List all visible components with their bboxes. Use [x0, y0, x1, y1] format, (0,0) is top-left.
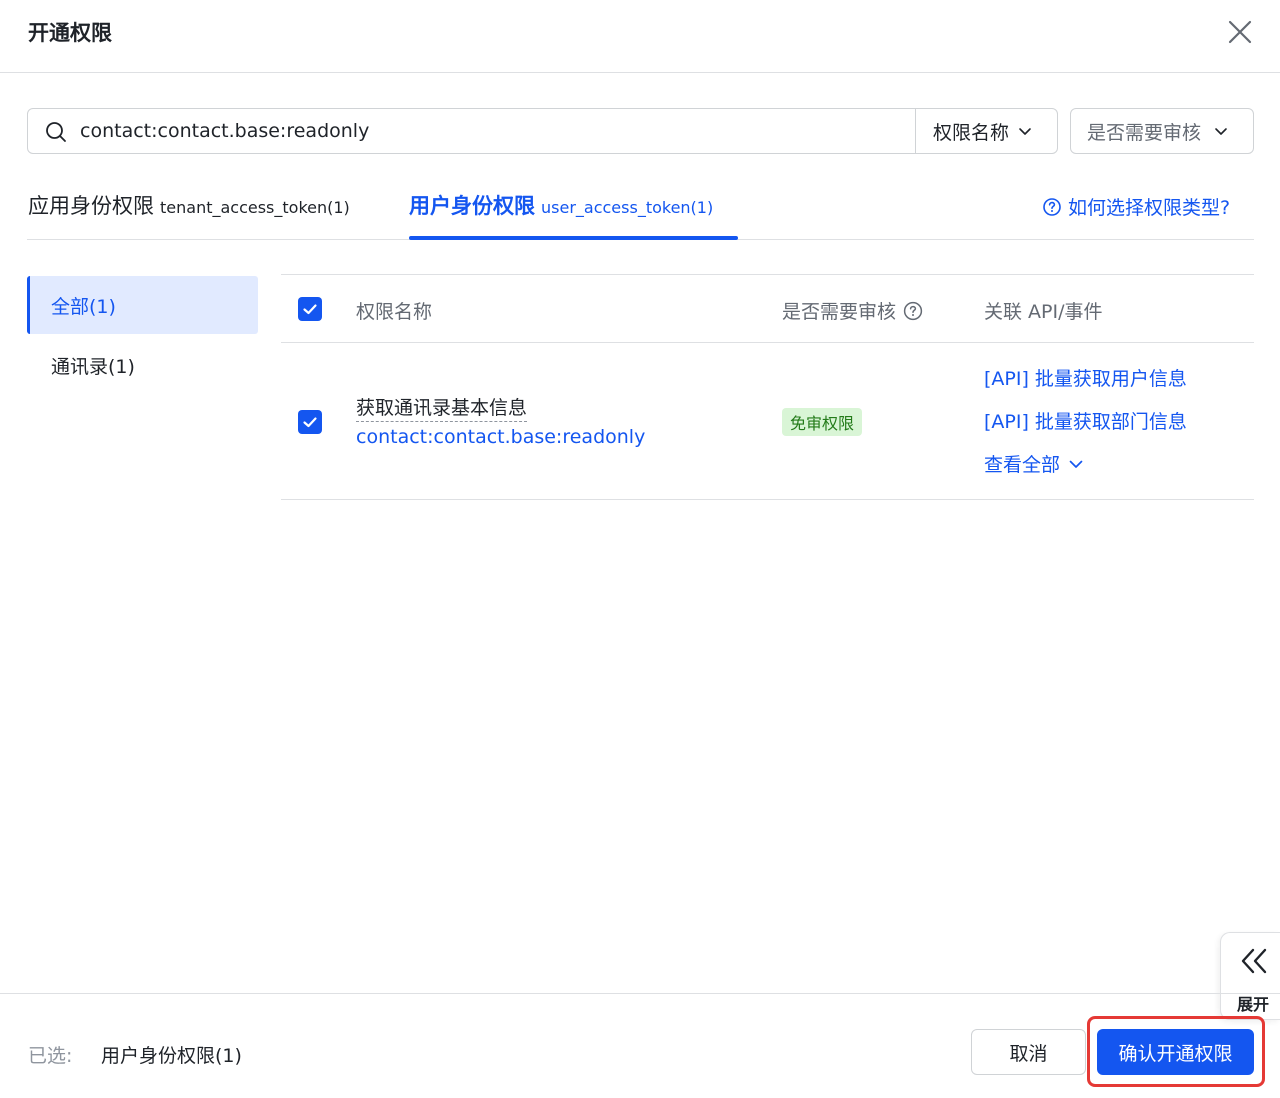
tab-token: tenant_access_token(1) [160, 198, 350, 217]
permission-name[interactable]: 获取通讯录基本信息 [356, 393, 528, 422]
help-link[interactable]: 如何选择权限类型? [1042, 193, 1230, 220]
sidebar-item-all[interactable]: 全部(1) [27, 276, 258, 334]
check-icon [303, 304, 317, 315]
chevron-down-icon [1069, 460, 1083, 468]
chevron-down-icon [1019, 128, 1031, 135]
view-all-link[interactable]: 查看全部 [984, 450, 1084, 477]
question-circle-icon [1043, 197, 1061, 216]
tab-user-access[interactable]: 用户身份权限 user_access_token(1) [409, 190, 713, 240]
header-related-api: 关联 API/事件 [984, 301, 1103, 323]
dialog-footer: 已选: 用户身份权限(1) 取消 确认开通权限 [0, 993, 1280, 1098]
check-icon [303, 417, 317, 428]
tab-label: 应用身份权限 [28, 194, 154, 218]
permission-key: contact:contact.base:readonly [356, 426, 646, 448]
table-row: 获取通讯录基本信息 contact:contact.base:readonly … [281, 343, 1254, 500]
review-badge: 免审权限 [782, 408, 863, 436]
select-all-checkbox[interactable] [298, 297, 322, 321]
chevron-down-icon [1215, 128, 1227, 135]
double-chevron-left-icon [1241, 948, 1267, 974]
tab-token: user_access_token(1) [541, 198, 714, 217]
review-filter-label: 是否需要审核 [1087, 121, 1202, 144]
table-header: 权限名称 是否需要审核 关联 API/事件 [281, 274, 1254, 343]
tabs: 应用身份权限 tenant_access_token(1) 用户身份权限 user_… [27, 180, 1254, 240]
search-field-label: 权限名称 [933, 121, 1010, 144]
question-circle-icon[interactable] [903, 301, 923, 321]
sidebar-item-contacts[interactable]: 通讯录(1) [27, 336, 258, 394]
sidebar-item-label: 通讯录(1) [51, 355, 135, 378]
tab-tenant-access[interactable]: 应用身份权限 tenant_access_token(1) [28, 190, 350, 240]
confirm-enable-permission-button[interactable]: 确认开通权限 [1097, 1029, 1254, 1075]
cancel-button[interactable]: 取消 [971, 1029, 1086, 1075]
search-bar: 权限名称 [27, 108, 1058, 154]
review-filter-select[interactable]: 是否需要审核 [1070, 108, 1254, 154]
row-checkbox[interactable] [298, 410, 322, 434]
close-icon[interactable] [1222, 14, 1258, 50]
help-link-label: 如何选择权限类型? [1068, 197, 1231, 219]
api-link-batch-departments[interactable]: [API] 批量获取部门信息 [984, 407, 1187, 434]
selected-value: 用户身份权限(1) [101, 1045, 242, 1067]
sidebar-item-label: 全部(1) [51, 295, 116, 318]
dialog-header: 开通权限 [0, 0, 1280, 73]
tab-label: 用户身份权限 [409, 194, 535, 218]
selected-label: 已选: [28, 1045, 73, 1067]
view-all-label: 查看全部 [984, 454, 1061, 476]
api-link-batch-users[interactable]: [API] 批量获取用户信息 [984, 364, 1187, 391]
header-permission-name: 权限名称 [356, 301, 433, 323]
header-review: 是否需要审核 [782, 297, 923, 324]
dialog-title: 开通权限 [28, 21, 112, 45]
search-field-select[interactable]: 权限名称 [915, 109, 1057, 153]
search-icon [46, 122, 66, 142]
header-review-label: 是否需要审核 [782, 301, 897, 323]
active-tab-indicator [409, 236, 738, 240]
search-input[interactable] [80, 109, 910, 153]
